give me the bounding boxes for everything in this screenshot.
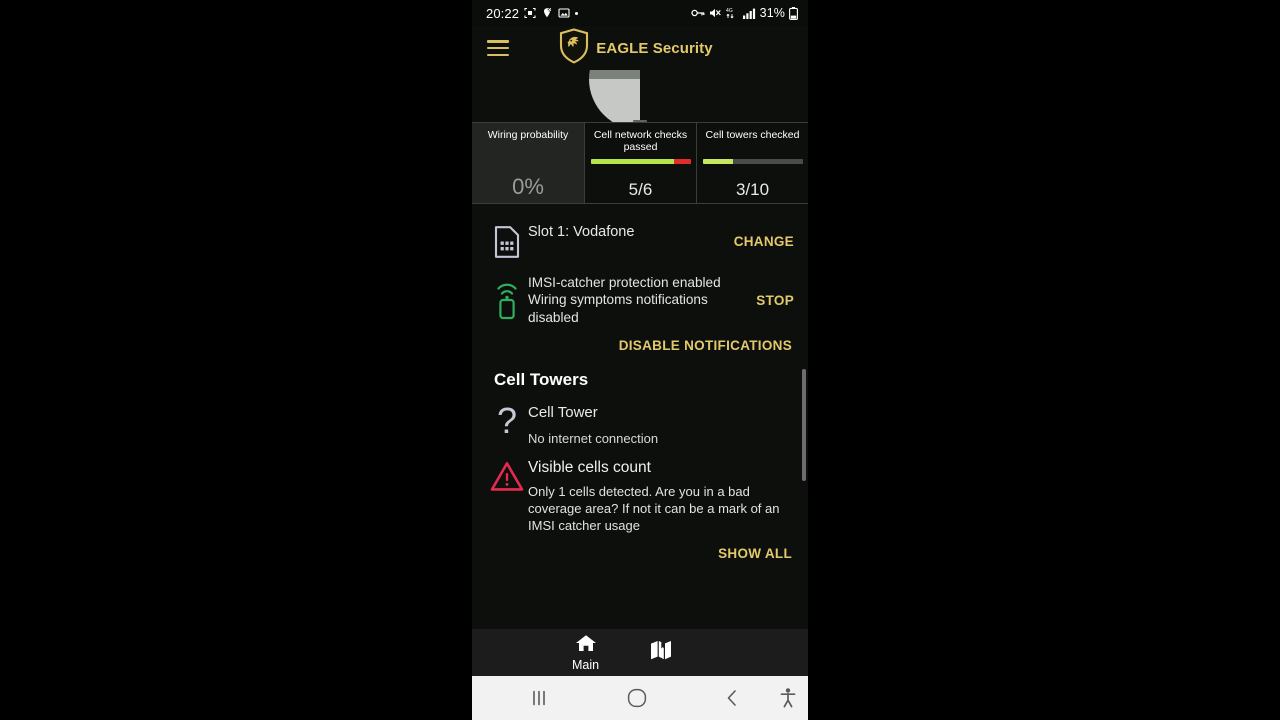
sim-card-icon — [486, 224, 528, 258]
stat-value: 0% — [512, 174, 544, 199]
cell-tower-title: Cell Tower — [528, 404, 598, 422]
question-mark-icon: ? — [486, 400, 528, 442]
screen-root: 20:22 4G 31% EAGLE Security Wiring proba… — [0, 0, 1280, 720]
bottom-navigation-bar: Main — [472, 629, 808, 676]
sim-slot-row[interactable]: Slot 1: Vodafone CHANGE — [472, 204, 808, 258]
stat-label: Wiring probability — [487, 129, 569, 141]
gauge-dial — [589, 70, 691, 122]
map-icon — [649, 639, 673, 666]
hamburger-bar — [487, 46, 509, 50]
cell-tower-subtitle: No internet connection — [528, 430, 659, 446]
screenshot-icon — [524, 7, 536, 19]
gauge-needle — [633, 120, 647, 122]
bar-segment-remaining — [732, 159, 803, 164]
protection-status-row[interactable]: IMSI-catcher protection enabled Wiring s… — [472, 258, 808, 326]
sim-row-body: Slot 1: Vodafone — [528, 224, 726, 240]
main-content: Slot 1: Vodafone CHANGE IMSI-catcher pro… — [472, 204, 808, 625]
stat-value: 5/6 — [628, 180, 653, 199]
stat-label: Cell network checks passed — [593, 129, 688, 154]
hamburger-menu-icon[interactable] — [487, 40, 509, 56]
stat-label: Cell towers checked — [705, 129, 800, 141]
bar-segment-pass — [590, 159, 674, 164]
vpn-key-icon — [691, 8, 705, 18]
protection-row-body: IMSI-catcher protection enabled Wiring s… — [528, 274, 748, 326]
stat-progress-bar — [702, 159, 803, 164]
cell-towers-section-title: Cell Towers — [494, 370, 589, 390]
status-bar-left: 20:22 — [486, 5, 579, 21]
visible-cells-title: Visible cells count — [528, 459, 651, 477]
stat-card-wiring-probability[interactable]: Wiring probability 0% — [472, 123, 584, 203]
home-circle-icon[interactable] — [626, 687, 648, 709]
protection-line-1: IMSI-catcher protection enabled — [528, 275, 721, 290]
recent-apps-icon[interactable] — [530, 689, 550, 707]
security-gauge: A — [472, 70, 808, 122]
back-chevron-icon[interactable] — [724, 688, 740, 708]
status-bar-right: 4G 31% — [691, 6, 798, 20]
phone-signal-icon — [486, 274, 528, 320]
protection-line-2: Wiring symptoms notifications disabled — [528, 292, 708, 325]
dot-indicator — [575, 11, 579, 15]
4g-data-icon: 4G — [726, 7, 739, 19]
stat-card-strip[interactable]: Wiring probability 0% Cell network check… — [472, 122, 808, 204]
sim-slot-label: Slot 1: Vodafone — [528, 224, 635, 240]
hamburger-bar — [487, 53, 509, 56]
brand: EAGLE Security — [559, 27, 713, 69]
cell-tower-body: Cell Tower No internet connection — [528, 404, 794, 447]
stat-value: 3/10 — [735, 180, 770, 199]
change-sim-button[interactable]: CHANGE — [726, 234, 794, 249]
stat-card-cell-towers-checked[interactable]: Cell towers checked 3/10 — [696, 123, 808, 203]
bar-segment-done — [702, 159, 733, 164]
status-clock: 20:22 — [486, 5, 520, 21]
visible-cells-row[interactable]: Visible cells count Only 1 cells detecte… — [472, 447, 808, 534]
mute-icon — [709, 7, 722, 19]
bottom-nav-item-map[interactable] — [649, 639, 673, 666]
hamburger-bar — [487, 40, 509, 43]
app-bar: EAGLE Security — [472, 26, 808, 70]
app-title: EAGLE Security — [596, 39, 713, 57]
accessibility-icon[interactable] — [778, 687, 798, 709]
disable-notifications-button[interactable]: DISABLE NOTIFICATIONS — [472, 326, 808, 353]
svg-text:4G: 4G — [726, 8, 733, 14]
stat-card-cell-network-checks[interactable]: Cell network checks passed 5/6 — [584, 123, 696, 203]
vertical-scrollbar[interactable] — [802, 369, 806, 481]
location-off-icon — [541, 7, 553, 19]
signal-bars-icon — [742, 8, 756, 19]
question-mark-glyph: ? — [496, 400, 518, 442]
warning-triangle-icon — [486, 459, 528, 492]
eagle-shield-logo — [559, 27, 589, 69]
show-all-button[interactable]: SHOW ALL — [472, 534, 808, 561]
home-icon — [575, 633, 597, 658]
android-system-nav-bar — [472, 676, 808, 720]
bar-segment-fail — [673, 159, 691, 164]
phone-viewport: 20:22 4G 31% EAGLE Security Wiring proba… — [472, 0, 808, 720]
stat-progress-bar — [590, 159, 691, 164]
status-bar: 20:22 4G 31% — [472, 0, 808, 26]
cell-tower-row[interactable]: ? Cell Tower No internet connection — [472, 390, 808, 447]
visible-cells-message: Only 1 cells detected. Are you in a bad … — [528, 484, 780, 534]
visible-cells-body: Visible cells count Only 1 cells detecte… — [528, 459, 794, 534]
battery-icon — [789, 6, 798, 20]
battery-percent: 31% — [759, 6, 785, 20]
bottom-nav-item-main[interactable]: Main — [572, 633, 599, 672]
bottom-nav-label-main: Main — [572, 658, 600, 673]
stop-button[interactable]: STOP — [748, 293, 794, 308]
photo-icon — [558, 7, 570, 19]
